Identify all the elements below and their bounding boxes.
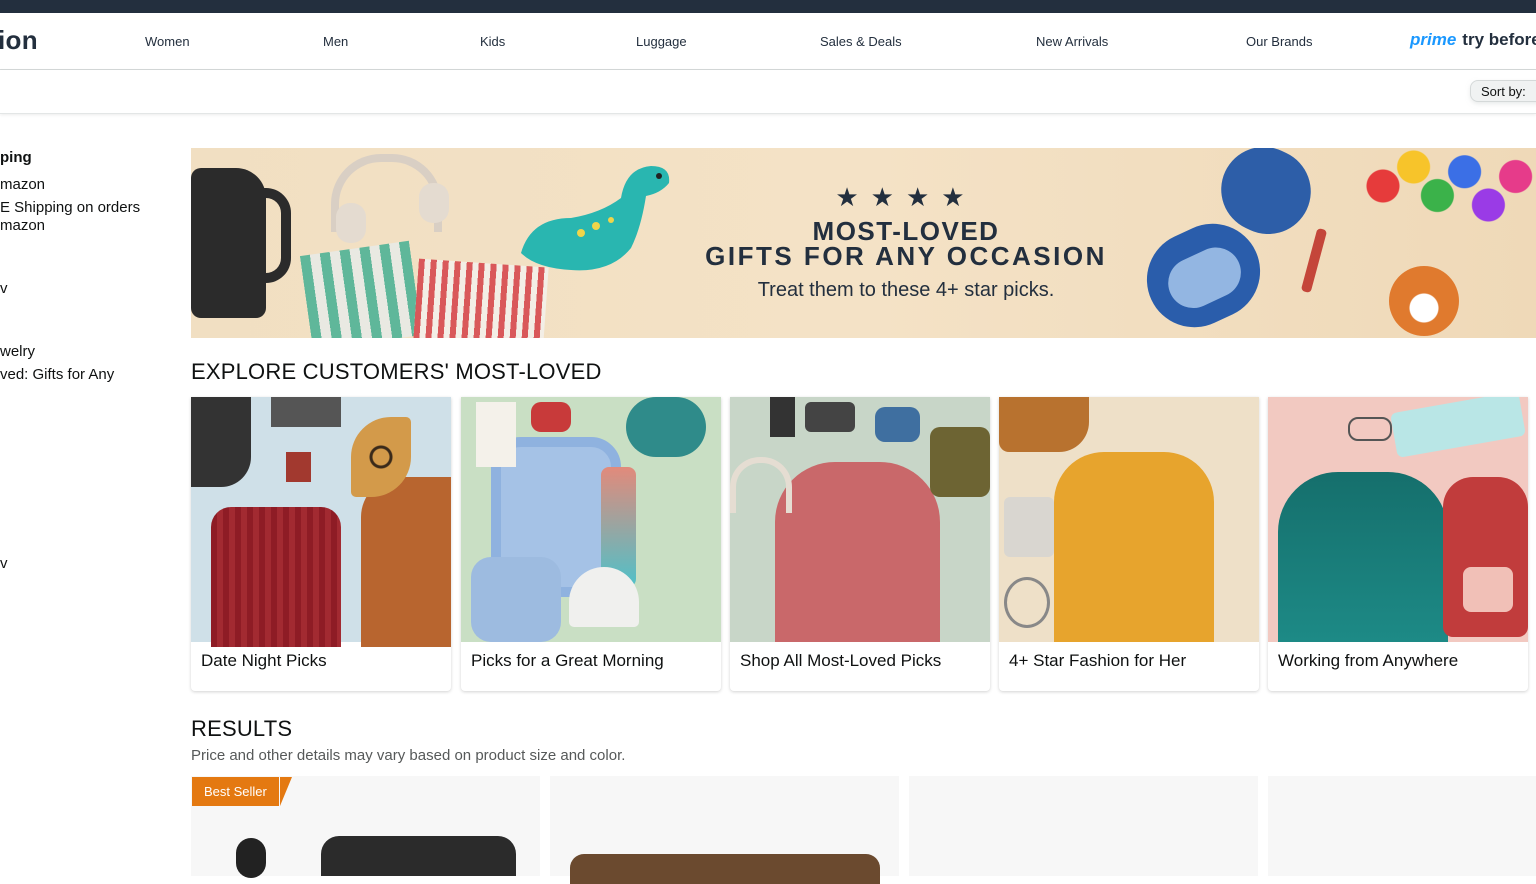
sidebar-item[interactable]: mazon <box>0 217 45 234</box>
sort-bar: Sort by: <box>0 70 1536 114</box>
hero-subtitle: Treat them to these 4+ star picks. <box>757 279 1055 301</box>
sidebar-item[interactable]: E Shipping on orders <box>0 199 140 216</box>
sort-by-dropdown[interactable]: Sort by: <box>1470 80 1536 102</box>
tiger-ball-illustration <box>1389 266 1459 336</box>
card-label: Working from Anywhere <box>1278 651 1459 670</box>
explore-card-great-morning[interactable]: Picks for a Great Morning <box>461 397 721 691</box>
card-label: Picks for a Great Morning <box>471 651 664 670</box>
card-image <box>1268 397 1528 642</box>
nav-sales-deals[interactable]: Sales & Deals <box>820 34 902 49</box>
puzzle-toy-illustration <box>1366 148 1536 243</box>
card-label: 4+ Star Fashion for Her <box>1009 651 1187 670</box>
product-card[interactable] <box>550 776 899 884</box>
sidebar-item[interactable]: v <box>0 280 8 297</box>
card-image <box>461 397 721 642</box>
explore-card-shop-all[interactable]: Shop All Most-Loved Picks <box>730 397 990 691</box>
nav-men[interactable]: Men <box>323 34 348 49</box>
sort-by-label: Sort by: <box>1481 84 1526 99</box>
card-image <box>730 397 990 642</box>
product-card[interactable] <box>1268 776 1536 876</box>
explore-card-working-anywhere[interactable]: Working from Anywhere <box>1268 397 1528 691</box>
card-image <box>999 397 1259 642</box>
hero-star-rating: ★★★★ <box>835 182 977 212</box>
sidebar-item[interactable]: mazon <box>0 176 45 193</box>
top-dark-bar <box>0 0 1536 13</box>
sidebar-item[interactable]: welry <box>0 343 35 360</box>
hero-banner[interactable]: ★★★★ MOST-LOVED GIFTS FOR ANY OCCASION T… <box>191 148 1536 338</box>
best-seller-badge-tip <box>280 777 292 806</box>
nav-our-brands[interactable]: Our Brands <box>1246 34 1312 49</box>
product-card[interactable] <box>909 776 1258 876</box>
card-label: Date Night Picks <box>201 651 327 670</box>
sidebar-heading: ping <box>0 149 32 166</box>
card-label: Shop All Most-Loved Picks <box>740 651 942 670</box>
hero-title-line2: GIFTS FOR ANY OCCASION <box>705 241 1107 271</box>
nav-kids[interactable]: Kids <box>480 34 505 49</box>
explore-heading: EXPLORE CUSTOMERS' MOST-LOVED <box>191 359 602 384</box>
nav-new-arrivals[interactable]: New Arrivals <box>1036 34 1108 49</box>
best-seller-badge: Best Seller <box>192 777 279 806</box>
sidebar-item[interactable]: ved: Gifts for Any <box>0 366 114 383</box>
nav-women[interactable]: Women <box>145 34 190 49</box>
prime-logo-text: prime <box>1410 30 1457 49</box>
store-nav-bar: ion Women Men Kids Luggage Sales & Deals… <box>0 13 1536 70</box>
prime-suffix: try before <box>1462 30 1536 49</box>
nav-luggage[interactable]: Luggage <box>636 34 687 49</box>
card-image <box>191 397 451 647</box>
prime-try-before-link[interactable]: prime try before <box>1410 30 1536 50</box>
explore-card-date-night[interactable]: Date Night Picks <box>191 397 451 691</box>
results-disclaimer: Price and other details may vary based o… <box>191 747 626 764</box>
explore-card-fashion-for-her[interactable]: 4+ Star Fashion for Her <box>999 397 1259 691</box>
sidebar-item[interactable]: v <box>0 555 8 572</box>
results-heading: RESULTS <box>191 716 293 741</box>
store-logo[interactable]: ion <box>0 25 38 56</box>
